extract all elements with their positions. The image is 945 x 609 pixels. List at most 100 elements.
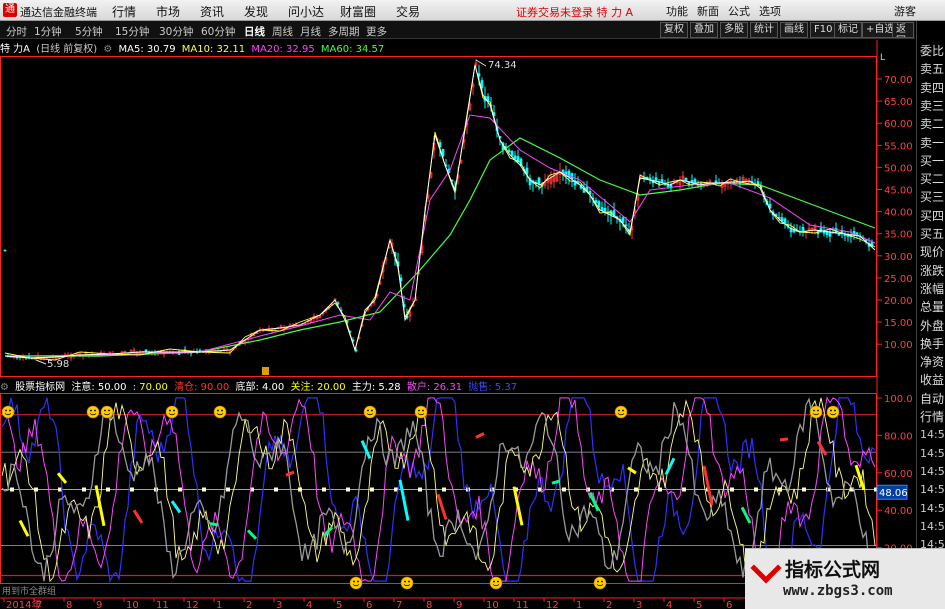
stock-chart[interactable]: 70.00 65.00 60.00 55.00 50.00 45.00 40.00 35.00… (0, 0, 916, 609)
candle-body (621, 217, 625, 223)
candle-body (693, 179, 697, 184)
smiley-eye (173, 409, 175, 412)
y-tick-label: 60.00 (884, 119, 913, 130)
level-dot (10, 487, 14, 492)
signal-segment (285, 470, 295, 477)
candle-body (780, 217, 784, 222)
side-item[interactable]: 现价 (920, 244, 945, 260)
side-item[interactable]: 换手 (920, 336, 945, 352)
date-label: 11 (156, 600, 169, 609)
side-item[interactable]: 行情 (920, 409, 945, 425)
side-item[interactable]: 卖三 (920, 98, 945, 114)
side-item[interactable]: 收益 (920, 372, 945, 388)
date-label: 1 (216, 600, 222, 609)
candle-body (480, 80, 484, 88)
signal-segment (398, 479, 410, 521)
side-item[interactable]: 买二 (920, 171, 945, 187)
date-label: 7 (396, 600, 402, 609)
ind-value-2: 清仓: 90.00 (174, 382, 230, 393)
smiley-eye (90, 409, 92, 412)
side-item[interactable]: 总量 (920, 299, 945, 315)
side-item[interactable]: 14:55 (920, 464, 945, 480)
smiley-eye (353, 580, 355, 583)
sub-y-tick-label: 80.00 (884, 431, 913, 442)
side-item[interactable]: 买一 (920, 153, 945, 169)
smiley-eye (5, 409, 7, 412)
date-label: 2 (246, 600, 252, 609)
candle-body (3, 249, 7, 252)
smiley-eye (404, 580, 406, 583)
watermark-url: www.zbgs3.com (783, 583, 893, 599)
smiley-eye (408, 580, 410, 583)
side-item[interactable]: 买五 (920, 226, 945, 242)
side-item[interactable]: 外盘 (920, 318, 945, 334)
side-item[interactable]: 自动 (920, 391, 945, 407)
smiley-eye (622, 409, 624, 412)
signal-segment (246, 529, 258, 540)
side-item[interactable]: 14:55 (920, 519, 945, 535)
smiley-eye (497, 580, 499, 583)
side-item[interactable]: 卖五 (920, 61, 945, 77)
smiley-eye (618, 409, 620, 412)
side-item[interactable]: 买三 (920, 189, 945, 205)
high-label: 74.34 (488, 60, 517, 71)
date-label: 10 (126, 600, 139, 609)
candle-body (603, 207, 607, 213)
smiley-icon (86, 405, 100, 419)
signal-segment (702, 465, 714, 506)
ind-value-1: : 70.00 (132, 382, 168, 393)
y-tick-label: 25.00 (884, 274, 913, 285)
level-dot (370, 487, 374, 492)
side-item[interactable]: 卖四 (920, 80, 945, 96)
date-label: 4 (666, 600, 672, 609)
side-item[interactable]: 净资 (920, 354, 945, 370)
level-dot (562, 487, 566, 492)
side-item[interactable]: 卖二 (920, 116, 945, 132)
smiley-icon (100, 405, 114, 419)
side-item[interactable]: 涨幅 (920, 281, 945, 297)
ind-value-5: 主力: 5.28 (351, 382, 401, 393)
indicator-settings-icon[interactable]: ⚙ (0, 382, 9, 393)
ma5-line (4, 64, 876, 359)
smiley-eye (94, 409, 96, 412)
smiley-icon (593, 576, 607, 590)
level-dot (178, 487, 182, 492)
ind-value-0: 注意: 50.00 (71, 382, 127, 393)
side-item[interactable]: 涨跌 (920, 263, 945, 279)
y-tick-label: 30.00 (884, 252, 913, 263)
side-item[interactable]: 14:55 (920, 427, 945, 443)
signal-segment (664, 457, 676, 476)
smiley-eye (221, 409, 223, 412)
side-item[interactable]: 14:55 (920, 501, 945, 517)
sub-y-tick-label: 100.0 (884, 394, 913, 405)
date-label: 11 (516, 600, 529, 609)
signal-segment (779, 437, 789, 442)
smiley-eye (9, 409, 11, 412)
ind-value-3: 底部: 4.00 (235, 382, 285, 393)
ma60-line (5, 137, 876, 357)
source-label: 用到市全群组 (2, 585, 56, 597)
smiley-eye (418, 409, 420, 412)
ma10-line (4, 64, 876, 361)
side-item[interactable]: 14:55 (920, 446, 945, 462)
side-item[interactable]: 委比 (920, 43, 945, 59)
side-item[interactable]: 买四 (920, 208, 945, 224)
signal-segment (209, 521, 219, 527)
date-label: 5 (336, 600, 342, 609)
smiley-eye (357, 580, 359, 583)
signal-segment (475, 432, 485, 439)
level-dot (130, 487, 134, 492)
side-item[interactable]: 14:55 (920, 482, 945, 498)
y-tick-label: 65.00 (884, 97, 913, 108)
checkmark-logo-icon (750, 552, 782, 584)
smiley-icon (1, 405, 15, 419)
smiley-eye (108, 409, 110, 412)
smiley-icon (213, 405, 227, 419)
level-dot (322, 487, 326, 492)
smiley-icon (614, 405, 628, 419)
high-pointer (475, 59, 487, 67)
level-dot (346, 487, 350, 492)
side-item[interactable]: 卖一 (920, 135, 945, 151)
date-label: 8 (66, 600, 72, 609)
smiley-icon (489, 576, 503, 590)
